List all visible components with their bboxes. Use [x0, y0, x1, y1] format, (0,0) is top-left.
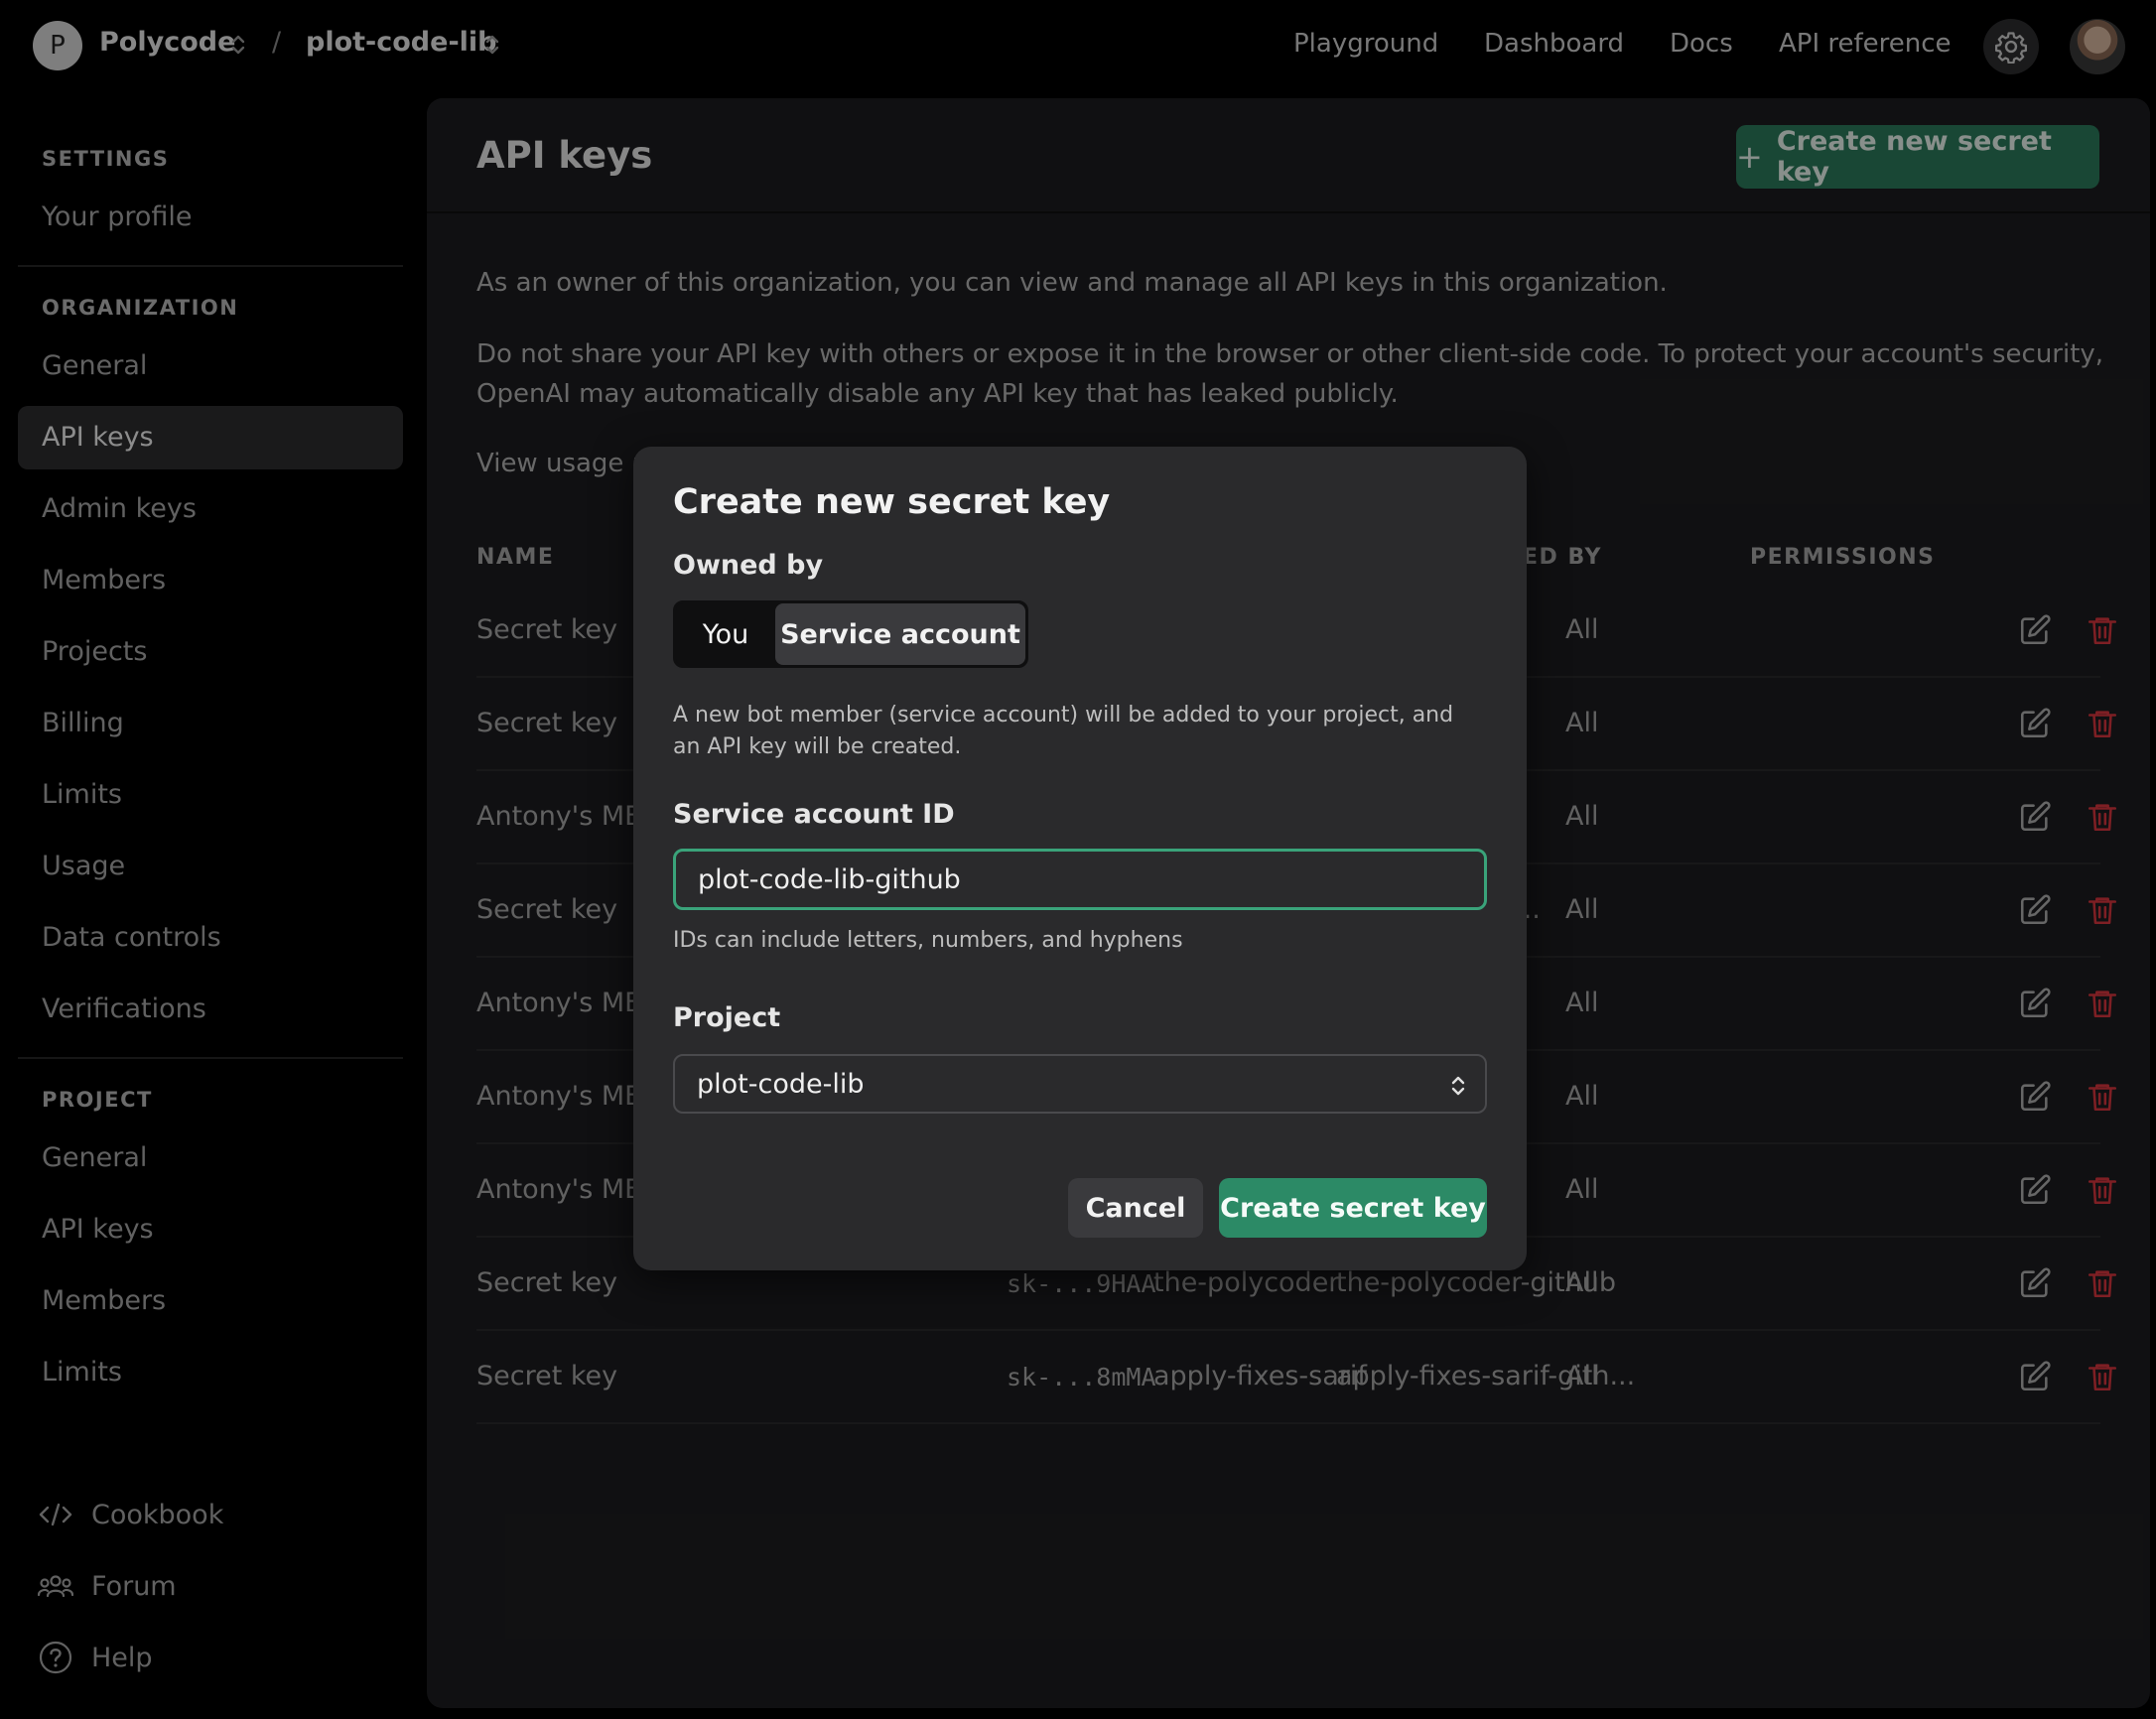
project-select-value: plot-code-lib — [697, 1068, 865, 1100]
service-account-id-help: IDs can include letters, numbers, and hy… — [673, 928, 1183, 953]
service-account-id-input[interactable]: plot-code-lib-github — [673, 849, 1487, 910]
create-secret-key-button[interactable]: Create secret key — [1219, 1178, 1487, 1238]
project-label: Project — [673, 1002, 781, 1033]
chevron-up-down-icon — [1451, 1076, 1465, 1096]
create-secret-key-dialog: Create new secret key Owned by You Servi… — [633, 447, 1527, 1270]
owner-option-you[interactable]: You — [676, 603, 775, 665]
owner-help-text: A new bot member (service account) will … — [673, 703, 1454, 759]
dialog-title: Create new secret key — [673, 482, 1111, 522]
owner-option-service-account[interactable]: Service account — [775, 603, 1025, 665]
owner-segmented-control: You Service account — [673, 600, 1028, 668]
cancel-button[interactable]: Cancel — [1068, 1178, 1203, 1238]
owned-by-label: Owned by — [673, 550, 824, 581]
service-account-id-label: Service account ID — [673, 799, 955, 830]
project-select[interactable]: plot-code-lib — [673, 1054, 1487, 1114]
